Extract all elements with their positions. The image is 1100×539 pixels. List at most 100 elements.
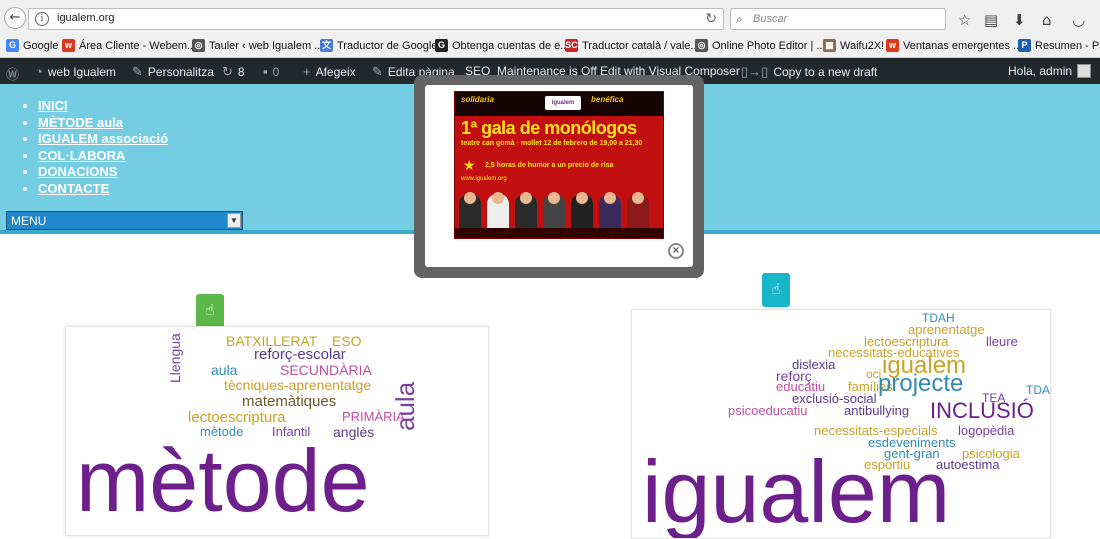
poster-humor: 2,5 horas de humor a un precio de risa [485, 162, 614, 169]
bookmark-item[interactable]: G Google [6, 39, 58, 52]
performer [571, 192, 593, 228]
nav-item-label: INICI [38, 98, 68, 113]
word-cloud-term: logopèdia [958, 423, 1015, 438]
main-nav: INICIMÈTODE aulaIGUALEM associació COL·LA… [22, 98, 168, 197]
word-cloud-term: INCLUSIÓ [930, 398, 1034, 423]
pointer-hand-icon: ☝ [205, 301, 215, 319]
bookmark-favicon-icon: P [1018, 39, 1031, 52]
search-icon: ⌕ [736, 12, 743, 26]
site-name-link[interactable]: ◔ web Igualem [35, 64, 116, 79]
my-account-link[interactable]: Hola, admin [1008, 64, 1092, 78]
bookmark-item[interactable]: SC Traductor català / vale... [565, 39, 700, 52]
updates-link[interactable]: ↻ 8 [222, 64, 245, 80]
back-button[interactable]: ← [4, 7, 26, 29]
avatar [1077, 64, 1092, 78]
plus-icon: + [303, 64, 311, 79]
nav-item-label: IGUALEM associació [38, 131, 169, 146]
igualem-word-cloud[interactable]: TDAH aprenentatge lectoescriptura lleure nec… [631, 309, 1051, 539]
address-bar[interactable]: i igualem.org ↻ [28, 8, 724, 30]
wordpress-logo-icon[interactable]: Ⓦ [6, 64, 19, 83]
comments-link[interactable]: ▪ 0 [263, 64, 279, 79]
poster-subtitle: teatre can gomà · mollet 12 de febrero d… [461, 140, 643, 147]
updates-icon: ↻ [222, 64, 233, 79]
close-icon: × [671, 245, 681, 256]
star-icon[interactable]: ☆ [958, 11, 971, 29]
bookmark-item[interactable]: w Área Cliente - Webem... [62, 39, 196, 52]
method-hand-button[interactable]: ☝ [196, 294, 224, 328]
url-text: igualem.org [57, 12, 115, 24]
bookmark-label: Online Photo Editor | ... [712, 39, 826, 52]
bookmark-favicon-icon: ◎ [695, 39, 708, 52]
popup-content: solidaria igualem benéfica 1ª gala de mo… [425, 85, 693, 267]
home-icon[interactable]: ⌂ [1042, 11, 1052, 29]
search-input[interactable]: ⌕ Buscar [730, 8, 946, 30]
performer [627, 192, 649, 228]
poster-url: www.igualem.org [461, 176, 507, 182]
performer [459, 192, 481, 228]
word-cloud-term: Llengua [167, 333, 183, 383]
bookmark-favicon-icon: ▦ [823, 39, 836, 52]
poster-benefica: benéfica [591, 95, 624, 104]
word-cloud-term: lectoescriptura [188, 409, 286, 426]
igualem-hand-button[interactable]: ☝ [762, 273, 790, 307]
copy-draft-link[interactable]: ▯→▯ Copy to a new draft [741, 64, 877, 80]
bookmark-item[interactable]: ▦ Waifu2X! [823, 39, 884, 52]
bookmarks-bar: G Google w Área Cliente - Webem... ◎ Tauler ‹… [0, 36, 1100, 56]
menu-select-label: MENU [11, 214, 47, 228]
bookmark-label: Ventanas emergentes ... [903, 39, 1023, 52]
chevron-down-icon: ▼ [227, 213, 241, 228]
poster-logo: igualem [545, 96, 581, 110]
poster-title: 1ª gala de monólogos [461, 118, 637, 138]
bookmark-label: Tauler ‹ web Igualem ... [209, 39, 324, 52]
nav-item[interactable]: DONACIONS [38, 164, 168, 181]
customize-link[interactable]: ✎ Personalitza [132, 64, 214, 80]
word-cloud-term: matemàtiques [242, 393, 337, 410]
pocket-icon[interactable]: ◡ [1072, 11, 1085, 29]
bookmark-favicon-icon: G [435, 39, 448, 52]
word-cloud-term: TDA [1026, 383, 1050, 397]
word-cloud-term: SECUNDÀRIA [280, 362, 372, 378]
performer [515, 192, 537, 228]
bookmark-item[interactable]: 文 Traductor de Google [320, 39, 437, 52]
url-row: ← i igualem.org ↻ ⌕ Buscar ☆ ▤ ⬇ ⌂ ◡ [0, 4, 1100, 34]
document-arrow-icon: ▯→▯ [741, 64, 769, 79]
close-button[interactable]: × [668, 243, 684, 259]
comment-icon: ▪ [263, 64, 268, 79]
poster-footer [455, 228, 663, 238]
word-cloud-term: projecte [878, 370, 964, 397]
info-icon[interactable]: i [35, 12, 49, 26]
nav-item[interactable]: MÈTODE aula [38, 115, 168, 132]
reading-list-icon[interactable]: ▤ [984, 11, 998, 29]
pointer-hand-icon: ☝ [771, 280, 781, 298]
poster-performers [455, 188, 663, 228]
bookmark-item[interactable]: w Ventanas emergentes ... [886, 39, 1022, 52]
performer [543, 192, 565, 228]
add-new-link[interactable]: + Afegeix [303, 64, 356, 79]
bookmark-item[interactable]: ◎ Online Photo Editor | ... [695, 39, 826, 52]
search-placeholder: Buscar [753, 13, 788, 25]
word-cloud-term: reforç-escolar [254, 346, 346, 363]
reload-icon[interactable]: ↻ [705, 11, 717, 27]
bookmark-label: Google [23, 39, 59, 52]
bookmark-label: Traductor de Google [337, 39, 438, 52]
bookmark-item[interactable]: G Obtenga cuentas de e... [435, 39, 569, 52]
bookmark-label: Waifu2X! [840, 39, 885, 52]
nav-item-label: MÈTODE aula [38, 114, 124, 130]
nav-item[interactable]: INICI [38, 98, 168, 115]
bookmark-item[interactable]: ◎ Tauler ‹ web Igualem ... [192, 39, 323, 52]
brush-icon: ✎ [132, 64, 143, 79]
word-cloud-term: igualem [642, 442, 951, 539]
word-cloud-term: aula [390, 381, 420, 431]
nav-item[interactable]: CONTACTE [38, 181, 168, 198]
bookmark-item[interactable]: P Resumen - Pay [1018, 39, 1100, 52]
bookmark-favicon-icon: ◎ [192, 39, 205, 52]
nav-item[interactable]: IGUALEM associació [38, 131, 168, 148]
nav-item[interactable]: COL·LABORA [38, 148, 168, 165]
download-icon[interactable]: ⬇ [1013, 11, 1026, 29]
gala-poster-image[interactable]: solidaria igualem benéfica 1ª gala de mo… [454, 91, 664, 239]
menu-select[interactable]: MENU ▼ [6, 211, 243, 230]
method-word-cloud[interactable]: BATXILLERAT ESO Llengua reforç-escolar aula S… [65, 326, 489, 536]
bookmark-favicon-icon: w [886, 39, 899, 52]
bookmark-favicon-icon: 文 [320, 39, 333, 52]
performer [599, 192, 621, 228]
